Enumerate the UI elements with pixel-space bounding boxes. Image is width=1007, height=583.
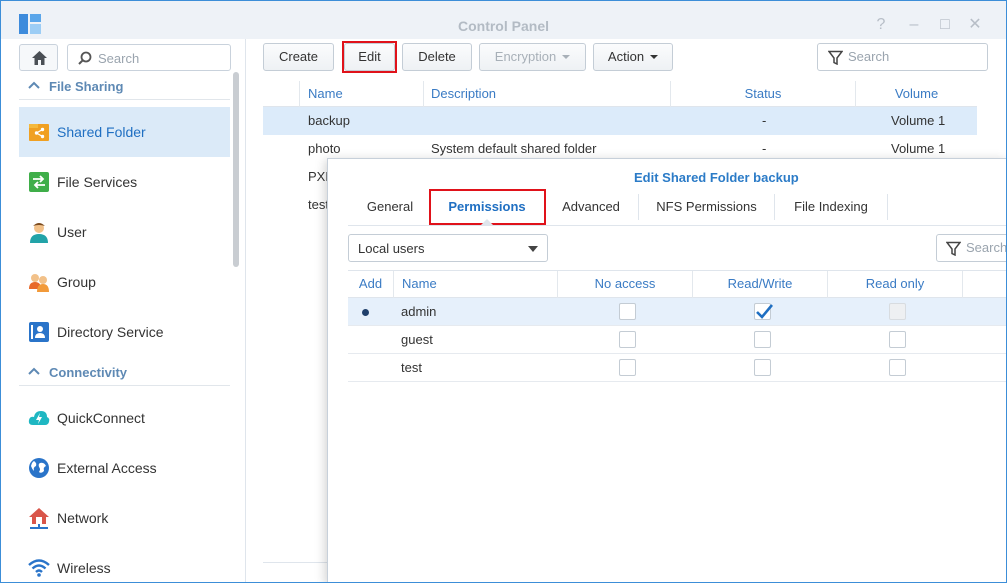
globe-icon [29, 458, 49, 478]
maximize-icon[interactable]: □ [936, 16, 954, 34]
no-access-checkbox[interactable] [619, 359, 636, 376]
sidebar-item-file-services[interactable]: File Services [19, 157, 230, 207]
table-row[interactable]: backup - Volume 1 [263, 107, 977, 135]
edit-button-highlight [342, 41, 397, 73]
permissions-header: Add Name No access Read/Write Read only [348, 270, 1006, 298]
sidebar-item-directory-service[interactable]: Directory Service [19, 307, 230, 357]
sidebar-item-user[interactable]: User [19, 207, 230, 257]
column-name[interactable]: Name [393, 271, 557, 298]
column-read-only[interactable]: Read only [827, 271, 962, 298]
main-search[interactable] [817, 43, 988, 71]
sidebar: File Sharing Shared Folder File Services… [1, 39, 246, 582]
column-no-access[interactable]: No access [557, 271, 692, 298]
main-search-input[interactable] [848, 49, 978, 64]
chevron-up-icon [28, 367, 40, 375]
title-bar: Control Panel ? – □ ✕ [1, 1, 1006, 39]
no-access-checkbox[interactable] [619, 331, 636, 348]
quickconnect-icon [28, 411, 50, 425]
column-name[interactable]: Name [299, 81, 423, 107]
group-icon [29, 274, 49, 292]
read-write-checkbox[interactable] [754, 303, 773, 320]
user-icon [30, 223, 48, 243]
edit-shared-folder-dialog: Edit Shared Folder backup General Permis… [327, 158, 1006, 582]
window-title: Control Panel [457, 18, 549, 34]
section-connectivity[interactable]: Connectivity [19, 362, 230, 386]
read-only-checkbox[interactable] [889, 359, 906, 376]
caret-down-icon [650, 55, 659, 59]
file-services-icon [29, 172, 49, 192]
add-indicator [362, 309, 369, 316]
create-button[interactable]: Create [263, 43, 334, 71]
dropdown-arrow-icon [528, 246, 538, 252]
delete-button[interactable]: Delete [402, 43, 472, 71]
active-tab-indicator [481, 219, 493, 225]
wireless-icon [28, 559, 50, 577]
sidebar-item-group[interactable]: Group [19, 257, 230, 307]
column-custom[interactable] [962, 271, 1006, 298]
filter-icon [946, 241, 961, 256]
tab-underline [348, 225, 1006, 226]
sidebar-scrollbar[interactable] [233, 72, 239, 267]
tab-nfs-permissions[interactable]: NFS Permissions [639, 192, 774, 225]
help-icon[interactable]: ? [872, 16, 890, 34]
close-icon[interactable]: ✕ [966, 16, 984, 34]
home-icon [32, 51, 47, 65]
minimize-icon[interactable]: – [905, 16, 923, 34]
control-panel-window: Control Panel ? – □ ✕ File Sharing Share… [0, 0, 1007, 583]
permission-row-test[interactable]: test [348, 354, 1006, 382]
no-access-checkbox[interactable] [619, 303, 636, 320]
sidebar-search-input[interactable] [98, 49, 223, 67]
chevron-up-icon [28, 81, 40, 89]
permission-row-admin[interactable]: admin [348, 298, 1006, 326]
tab-file-indexing[interactable]: File Indexing [775, 192, 887, 225]
tab-advanced[interactable]: Advanced [546, 192, 636, 225]
read-write-checkbox[interactable] [754, 359, 771, 376]
read-only-checkbox[interactable] [889, 331, 906, 348]
sidebar-search[interactable] [67, 44, 231, 71]
sidebar-item-external-access[interactable]: External Access [19, 443, 230, 493]
column-read-write[interactable]: Read/Write [692, 271, 827, 298]
tab-general[interactable]: General [349, 192, 431, 225]
tab-separator [887, 194, 888, 220]
action-button[interactable]: Action [593, 43, 673, 71]
user-type-select[interactable]: Local users [348, 234, 548, 262]
shared-folder-icon [29, 124, 49, 141]
sidebar-item-shared-folder[interactable]: Shared Folder [19, 107, 230, 157]
directory-service-icon [29, 322, 49, 342]
column-status[interactable]: Status [670, 81, 855, 107]
dialog-search-input[interactable] [966, 240, 1006, 255]
caret-down-icon [562, 55, 571, 59]
sidebar-item-quickconnect[interactable]: QuickConnect [19, 393, 230, 443]
sidebar-item-wireless[interactable]: Wireless [19, 543, 230, 582]
network-icon [29, 508, 49, 529]
section-file-sharing[interactable]: File Sharing [19, 76, 230, 100]
grid-header: Name Description Status Volume [263, 81, 977, 107]
column-add[interactable]: Add [348, 271, 393, 298]
read-write-checkbox[interactable] [754, 331, 771, 348]
dialog-search[interactable] [936, 234, 1006, 262]
column-description[interactable]: Description [423, 81, 670, 107]
read-only-checkbox [889, 303, 906, 320]
permission-row-guest[interactable]: guest [348, 326, 1006, 354]
filter-icon [828, 50, 843, 65]
sidebar-item-network[interactable]: Network [19, 493, 230, 543]
home-button[interactable] [19, 44, 58, 71]
encryption-button[interactable]: Encryption [479, 43, 586, 71]
search-icon [78, 51, 92, 65]
column-volume[interactable]: Volume [855, 81, 977, 107]
checkmark-icon [756, 304, 773, 319]
